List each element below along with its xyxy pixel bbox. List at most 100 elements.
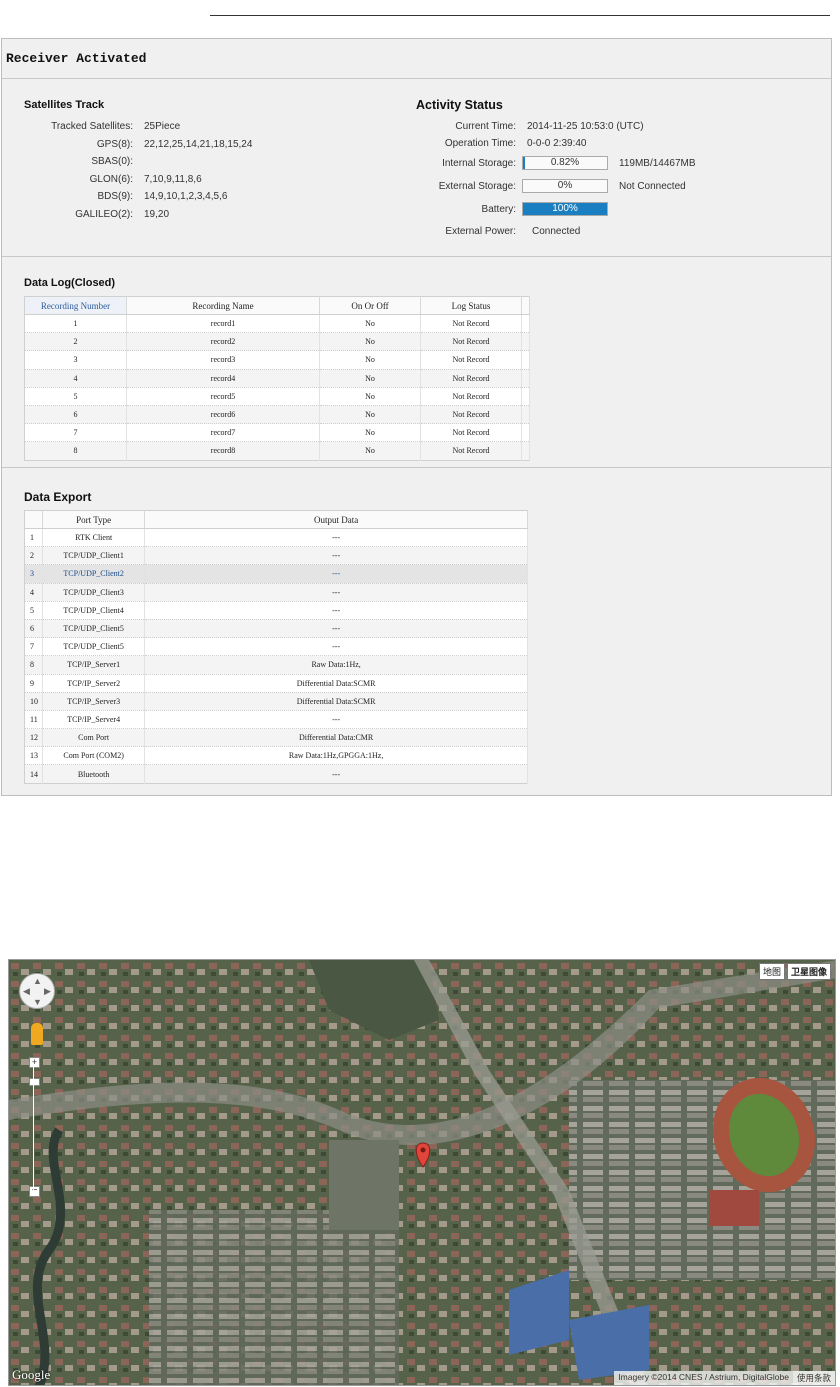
satellite-value: 22,12,25,14,21,18,15,24 (144, 139, 253, 150)
external-storage-bar: 0% (522, 179, 608, 193)
export-port-type: TCP/UDP_Client4 (42, 601, 146, 620)
export-row[interactable]: 14 Bluetooth --- (24, 764, 528, 784)
datalog-row[interactable]: 5 record5 No Not Record (24, 387, 530, 406)
satellite-label: Tracked Satellites: (51, 121, 133, 132)
terms-link[interactable]: 使用条款 (792, 1371, 835, 1385)
imagery-attribution: Imagery ©2014 CNES / Astrium, DigitalGlo… (614, 1371, 793, 1385)
export-output-data: --- (144, 710, 528, 730)
map-imagery (9, 960, 835, 1385)
external-power-label: External Power: (445, 226, 516, 237)
export-section: Data Export Port Type Output Data 1 RTK Cl… (2, 468, 831, 795)
google-logo[interactable]: Google (12, 1367, 50, 1383)
panel-title: Receiver Activated (2, 39, 831, 79)
datalog-cell: record7 (126, 423, 320, 443)
datalog-cell: 8 (24, 441, 127, 461)
export-output-data: Differential Data:SCMR (144, 674, 528, 693)
export-column-header[interactable] (24, 510, 44, 529)
satellite-label: GPS(8): (96, 139, 133, 150)
export-row[interactable]: 7 TCP/UDP_Client5 --- (24, 637, 528, 657)
satellites-heading: Satellites Track (24, 99, 105, 111)
datalog-cell: 3 (24, 350, 127, 370)
zoom-in-icon[interactable]: + (29, 1057, 40, 1068)
battery-percent: 100% (552, 203, 578, 214)
export-row[interactable]: 4 TCP/UDP_Client3 --- (24, 583, 528, 602)
datalog-row-spacer (521, 405, 530, 425)
datalog-column-header[interactable]: Recording Name (126, 296, 320, 315)
export-row[interactable]: 12 Com Port Differential Data:CMR (24, 728, 528, 748)
pan-down-icon[interactable]: ▼ (33, 997, 42, 1007)
export-output-data: Raw Data:1Hz, (144, 655, 528, 675)
export-port-type: TCP/UDP_Client2 (42, 564, 146, 584)
satellite-map[interactable]: ▲ ▼ ◀ ▶ + − 地图 卫星图像 Google Imagery ©2014… (8, 959, 836, 1386)
datalog-cell: No (319, 423, 421, 443)
datalog-column-header[interactable]: Recording Number (24, 296, 127, 315)
export-port-type: RTK Client (42, 528, 146, 548)
export-row[interactable]: 3 TCP/UDP_Client2 --- (24, 564, 528, 584)
export-column-header[interactable]: Output Data (144, 510, 528, 529)
export-row[interactable]: 2 TCP/UDP_Client1 --- (24, 546, 528, 566)
export-output-data: --- (144, 583, 528, 602)
datalog-row[interactable]: 7 record7 No Not Record (24, 423, 530, 443)
datalog-cell: No (319, 387, 421, 406)
map-type-map-button[interactable]: 地图 (758, 963, 785, 980)
export-output-data: --- (144, 764, 528, 784)
export-column-header[interactable]: Port Type (42, 510, 146, 529)
export-output-data: --- (144, 601, 528, 620)
export-output-data: --- (144, 546, 528, 566)
export-output-data: --- (144, 637, 528, 657)
satellite-label: SBAS(0): (91, 156, 133, 167)
datalog-row[interactable]: 1 record1 No Not Record (24, 314, 530, 334)
datalog-row[interactable]: 8 record8 No Not Record (24, 441, 530, 461)
datalog-cell: 2 (24, 332, 127, 352)
datalog-row-spacer (521, 423, 530, 443)
zoom-out-icon[interactable]: − (29, 1186, 40, 1197)
datalog-row-spacer (521, 350, 530, 370)
export-row[interactable]: 11 TCP/IP_Server4 --- (24, 710, 528, 730)
satellite-value: 25Piece (144, 121, 181, 132)
datalog-column-header[interactable]: On Or Off (319, 296, 421, 315)
datalog-cell: Not Record (420, 369, 522, 388)
export-row-index: 10 (24, 692, 44, 711)
current-time-value: 2014-11-25 10:53:0 (UTC) (527, 121, 644, 132)
external-storage-label: External Storage: (438, 181, 516, 192)
map-type-satellite-button[interactable]: 卫星图像 (786, 963, 831, 980)
south-blocks (149, 1210, 399, 1385)
datalog-cell: record2 (126, 332, 320, 352)
pan-right-icon[interactable]: ▶ (44, 986, 51, 997)
export-row[interactable]: 8 TCP/IP_Server1 Raw Data:1Hz, (24, 655, 528, 675)
datalog-row[interactable]: 6 record6 No Not Record (24, 405, 530, 425)
export-port-type: Com Port (42, 728, 146, 748)
datalog-cell: record5 (126, 387, 320, 406)
plaza (329, 1140, 399, 1230)
export-output-data: Differential Data:CMR (144, 728, 528, 748)
datalog-column-header[interactable]: Log Status (420, 296, 522, 315)
export-row[interactable]: 6 TCP/UDP_Client5 --- (24, 619, 528, 639)
zoom-track[interactable] (33, 1065, 34, 1190)
pegman-icon[interactable] (31, 1023, 43, 1045)
export-row[interactable]: 9 TCP/IP_Server2 Differential Data:SCMR (24, 674, 528, 693)
datalog-row[interactable]: 3 record3 No Not Record (24, 350, 530, 370)
current-time-label: Current Time: (455, 121, 516, 132)
export-port-type: TCP/UDP_Client5 (42, 619, 146, 639)
export-row[interactable]: 10 TCP/IP_Server3 Differential Data:SCMR (24, 692, 528, 711)
export-row[interactable]: 13 Com Port (COM2) Raw Data:1Hz,GPGGA:1Hz, (24, 746, 528, 766)
pan-control[interactable]: ▲ ▼ ◀ ▶ (19, 973, 55, 1009)
pan-left-icon[interactable]: ◀ (23, 986, 30, 997)
export-port-type: TCP/UDP_Client5 (42, 637, 146, 657)
export-heading: Data Export (24, 490, 92, 504)
datalog-cell: record4 (126, 369, 320, 388)
datalog-heading: Data Log(Closed) (24, 277, 116, 289)
export-row[interactable]: 1 RTK Client --- (24, 528, 528, 548)
pan-up-icon[interactable]: ▲ (33, 976, 42, 986)
datalog-row-spacer (521, 369, 530, 388)
export-row[interactable]: 5 TCP/UDP_Client4 --- (24, 601, 528, 620)
zoom-slider-handle[interactable] (29, 1078, 40, 1086)
export-output-data: --- (144, 528, 528, 548)
status-section: Satellites Track Tracked Satellites: 25Pi… (2, 79, 831, 257)
datalog-row[interactable]: 2 record2 No Not Record (24, 332, 530, 352)
export-row-index: 9 (24, 674, 44, 693)
export-row-index: 3 (24, 564, 44, 584)
export-output-data: Differential Data:SCMR (144, 692, 528, 711)
datalog-row[interactable]: 4 record4 No Not Record (24, 369, 530, 388)
datalog-cell: Not Record (420, 405, 522, 425)
